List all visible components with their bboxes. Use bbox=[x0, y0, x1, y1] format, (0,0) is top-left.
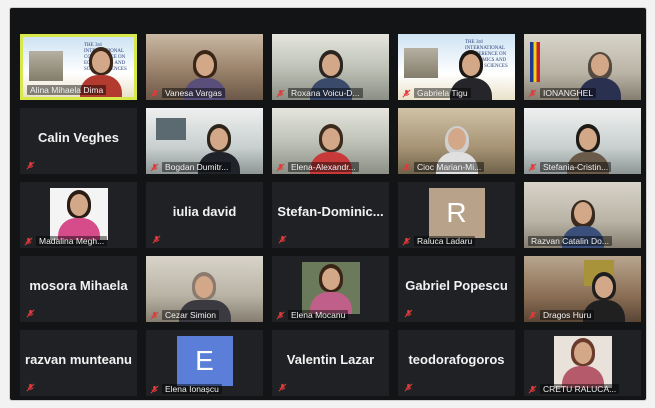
participant-tile[interactable]: Elena Mocanu bbox=[272, 256, 389, 322]
participant-tile[interactable]: Elena-Alexandr... bbox=[272, 108, 389, 174]
profile-photo bbox=[49, 188, 108, 240]
muted-mic-icon bbox=[26, 161, 35, 170]
participant-name-label: Dragos Huru bbox=[528, 310, 637, 320]
participant-name: Gabriel Popescu bbox=[405, 278, 508, 293]
participant-name-label: IONANGHEL bbox=[528, 88, 637, 98]
muted-mic-icon bbox=[26, 309, 35, 318]
muted-mic-icon bbox=[402, 163, 411, 171]
participant-name-label: Razvan Catalin Do... bbox=[528, 236, 637, 246]
muted-mic-icon bbox=[528, 385, 537, 393]
muted-mic-icon bbox=[150, 89, 159, 97]
meeting-window: THE 3rd INTERNATIONAL CONFERENCE ON ECON… bbox=[10, 8, 646, 400]
participant-name-label: Madalina Megh... bbox=[24, 236, 133, 246]
muted-mic-icon bbox=[404, 309, 413, 318]
participant-tile[interactable]: CRETU RALUCA... bbox=[524, 330, 641, 396]
participant-name-label: Gabriela Tigu bbox=[402, 88, 511, 98]
wall-picture bbox=[156, 118, 186, 140]
muted-mic-icon bbox=[278, 383, 287, 392]
participant-name: Stefan-Dominic... bbox=[277, 204, 384, 219]
participant-tile[interactable]: Gabriel Popescu bbox=[398, 256, 515, 322]
participant-name-label: Elena Ionașcu bbox=[150, 384, 259, 394]
participant-name-label: Raluca Ladaru bbox=[402, 236, 511, 246]
building-image bbox=[29, 51, 63, 81]
profile-photo bbox=[553, 336, 612, 388]
participant-name-label: Cioc Marian-Mi... bbox=[402, 162, 511, 172]
participant-tile[interactable]: Stefania-Cristin... bbox=[524, 108, 641, 174]
participant-name-label: CRETU RALUCA... bbox=[528, 384, 637, 394]
participant-tile[interactable]: Cezar Simion bbox=[146, 256, 263, 322]
muted-mic-icon bbox=[528, 163, 537, 171]
muted-mic-icon bbox=[150, 163, 159, 171]
muted-mic-icon bbox=[150, 311, 159, 319]
participant-name: Valentin Lazar bbox=[286, 352, 375, 367]
participant-tile[interactable]: Razvan Catalin Do... bbox=[524, 182, 641, 248]
building-image bbox=[404, 48, 438, 78]
muted-mic-icon bbox=[150, 385, 159, 393]
muted-mic-icon bbox=[276, 163, 285, 171]
participant-tile[interactable]: Cioc Marian-Mi... bbox=[398, 108, 515, 174]
avatar: E bbox=[176, 336, 233, 386]
participant-tile[interactable]: R Raluca Ladaru bbox=[398, 182, 515, 248]
flag-image bbox=[530, 42, 540, 82]
participant-name-label: Roxana Voicu-D... bbox=[276, 88, 385, 98]
participant-tile[interactable]: Dragos Huru bbox=[524, 256, 641, 322]
muted-mic-icon bbox=[528, 89, 537, 97]
muted-mic-icon bbox=[402, 237, 411, 245]
participant-name: mosora Mihaela bbox=[29, 278, 128, 293]
participant-name: razvan munteanu bbox=[25, 352, 132, 367]
participant-name-label: Elena-Alexandr... bbox=[276, 162, 385, 172]
participant-tile[interactable]: THE 3rd INTERNATIONAL CONFERENCE ON ECON… bbox=[398, 34, 515, 100]
participant-name-label: Vanesa Vargas bbox=[150, 88, 259, 98]
participant-tile[interactable]: Roxana Voicu-D... bbox=[272, 34, 389, 100]
participant-tile[interactable]: E Elena Ionașcu bbox=[146, 330, 263, 396]
muted-mic-icon bbox=[402, 89, 411, 97]
avatar: R bbox=[428, 188, 485, 238]
participant-tile[interactable]: IONANGHEL bbox=[524, 34, 641, 100]
muted-mic-icon bbox=[278, 235, 287, 244]
participant-name-label: Cezar Simion bbox=[150, 310, 259, 320]
muted-mic-icon bbox=[152, 235, 161, 244]
participant-tile[interactable]: Vanesa Vargas bbox=[146, 34, 263, 100]
participant-tile[interactable]: Bogdan Dumitr... bbox=[146, 108, 263, 174]
muted-mic-icon bbox=[528, 311, 537, 319]
participant-name-label: Stefania-Cristin... bbox=[528, 162, 637, 172]
muted-mic-icon bbox=[276, 311, 285, 319]
participant-tile[interactable]: iulia david bbox=[146, 182, 263, 248]
muted-mic-icon bbox=[26, 383, 35, 392]
participant-tile[interactable]: mosora Mihaela bbox=[20, 256, 137, 322]
participant-tile[interactable]: teodorafogoros bbox=[398, 330, 515, 396]
participant-tile[interactable]: razvan munteanu bbox=[20, 330, 137, 396]
profile-photo bbox=[301, 262, 360, 314]
muted-mic-icon bbox=[404, 383, 413, 392]
participant-grid: THE 3rd INTERNATIONAL CONFERENCE ON ECON… bbox=[20, 34, 648, 404]
participant-name: teodorafogoros bbox=[408, 352, 505, 367]
participant-tile[interactable]: Madalina Megh... bbox=[20, 182, 137, 248]
participant-name-label: Bogdan Dumitr... bbox=[150, 162, 259, 172]
participant-tile[interactable]: THE 3rd INTERNATIONAL CONFERENCE ON ECON… bbox=[20, 34, 137, 100]
participant-name: Calin Veghes bbox=[38, 130, 119, 145]
muted-mic-icon bbox=[276, 89, 285, 97]
participant-name-label: Elena Mocanu bbox=[276, 310, 385, 320]
participant-name: iulia david bbox=[172, 204, 237, 219]
participant-tile[interactable]: Stefan-Dominic... bbox=[272, 182, 389, 248]
participant-tile[interactable]: Valentin Lazar bbox=[272, 330, 389, 396]
muted-mic-icon bbox=[24, 237, 33, 245]
participant-name-label: Alina Mihaela Dima bbox=[27, 85, 130, 95]
participant-tile[interactable]: Calin Veghes bbox=[20, 108, 137, 174]
